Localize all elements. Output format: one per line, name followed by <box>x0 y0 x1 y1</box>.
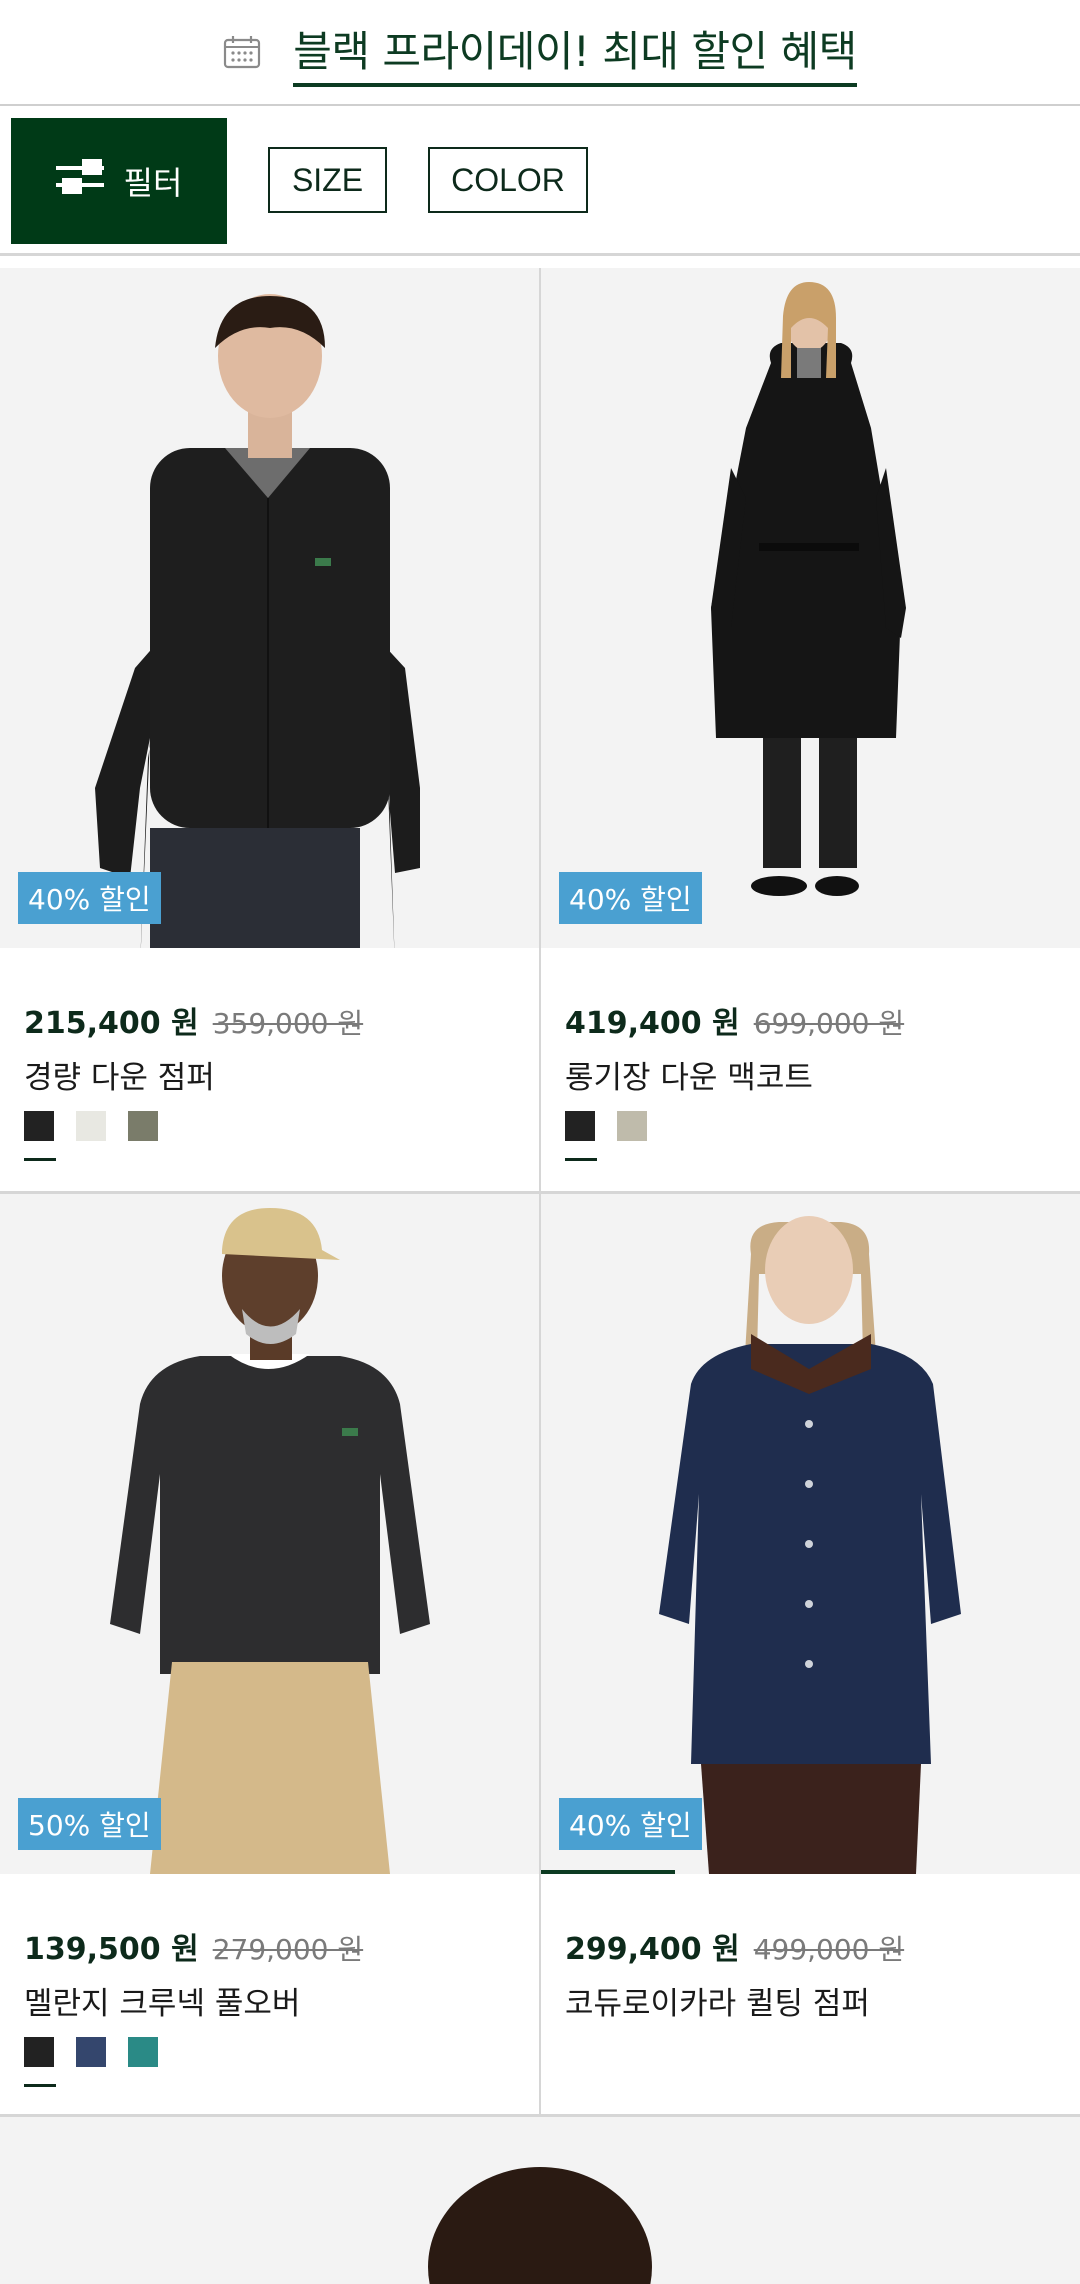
color-filter-chip[interactable]: COLOR <box>428 147 588 213</box>
product-image[interactable]: 50% 할인 <box>0 1194 539 1874</box>
product-card[interactable]: 40% 할인 419,400 원 699,000 원 롱기장 다운 맥코트 <box>541 268 1080 1191</box>
discount-badge: 50% 할인 <box>18 1798 161 1850</box>
product-name[interactable]: 코듀로이카라 퀼팅 점퍼 <box>565 1978 870 2023</box>
color-swatch[interactable] <box>617 1111 647 1141</box>
discount-badge: 40% 할인 <box>559 872 702 924</box>
filter-label: 필터 <box>123 164 183 202</box>
original-price: 359,000 원 <box>212 1007 364 1040</box>
promo-banner[interactable]: 블랙 프라이데이! 최대 할인 혜택 <box>0 0 1080 106</box>
color-swatches <box>565 1111 647 1161</box>
product-name[interactable]: 경량 다운 점퍼 <box>24 1052 215 1097</box>
product-card[interactable]: 40% 할인 215,400 원 359,000 원 경량 다운 점퍼 <box>0 268 539 1191</box>
original-price: 279,000 원 <box>212 1933 364 1966</box>
product-name[interactable]: 롱기장 다운 맥코트 <box>565 1052 813 1097</box>
price-row: 215,400 원 359,000 원 <box>24 998 363 1042</box>
price-row: 139,500 원 279,000 원 <box>24 1924 363 1968</box>
color-swatch[interactable] <box>128 2037 158 2067</box>
color-swatch[interactable] <box>128 1111 158 1141</box>
calendar-icon <box>223 35 261 69</box>
product-name[interactable]: 멜란지 크루넥 풀오버 <box>24 1978 300 2023</box>
product-image-partial[interactable] <box>0 2117 1080 2284</box>
promo-text[interactable]: 블랙 프라이데이! 최대 할인 혜택 <box>293 18 857 87</box>
color-swatch[interactable] <box>24 1111 56 1161</box>
sale-price: 139,500 원 <box>24 1932 199 1967</box>
color-swatch[interactable] <box>76 2037 106 2067</box>
sale-price: 419,400 원 <box>565 1006 740 1041</box>
color-swatch[interactable] <box>24 2037 56 2087</box>
color-swatch[interactable] <box>76 1111 106 1141</box>
original-price: 499,000 원 <box>753 1933 905 1966</box>
image-carousel-progress <box>541 1870 675 1874</box>
size-filter-chip[interactable]: SIZE <box>268 147 387 213</box>
price-row: 419,400 원 699,000 원 <box>565 998 904 1042</box>
sale-price: 215,400 원 <box>24 1006 199 1041</box>
product-image[interactable]: 40% 할인 <box>0 268 539 948</box>
original-price: 699,000 원 <box>753 1007 905 1040</box>
product-card[interactable]: 50% 할인 139,500 원 279,000 원 멜란지 크루넥 풀오버 <box>0 1194 539 2114</box>
filter-button[interactable]: 필터 <box>11 118 227 244</box>
discount-badge: 40% 할인 <box>18 872 161 924</box>
color-swatch[interactable] <box>565 1111 597 1161</box>
product-card[interactable]: 40% 할인 299,400 원 499,000 원 코듀로이카라 퀼팅 점퍼 <box>541 1194 1080 2114</box>
filter-bar: 필터 SIZE COLOR <box>0 108 1080 256</box>
color-swatches <box>24 1111 158 1161</box>
sale-price: 299,400 원 <box>565 1932 740 1967</box>
product-image[interactable]: 40% 할인 <box>541 1194 1080 1874</box>
color-swatches <box>24 2037 158 2087</box>
filter-sliders-icon <box>55 159 104 203</box>
product-image[interactable]: 40% 할인 <box>541 268 1080 948</box>
price-row: 299,400 원 499,000 원 <box>565 1924 904 1968</box>
discount-badge: 40% 할인 <box>559 1798 702 1850</box>
